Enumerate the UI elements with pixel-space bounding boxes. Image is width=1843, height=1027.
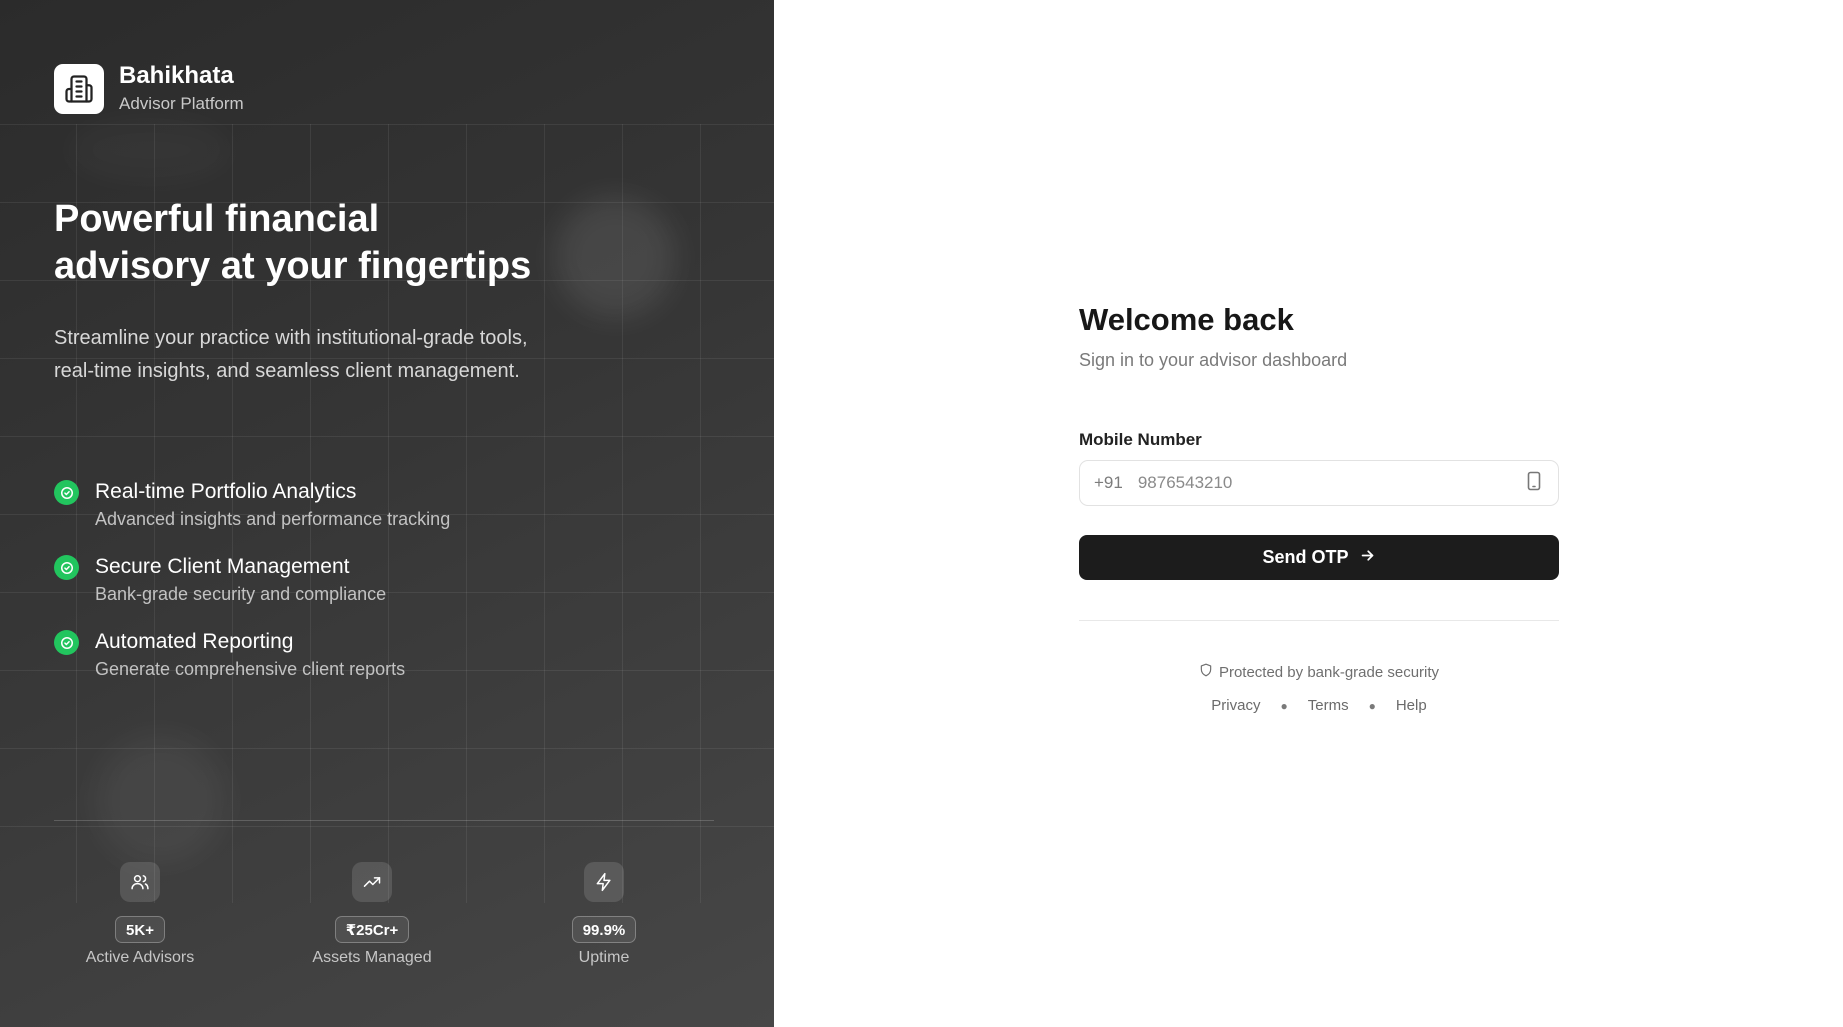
stat-item: 5K+ Active Advisors (60, 862, 220, 967)
feature-title: Real-time Portfolio Analytics (95, 480, 357, 503)
feature-item: Automated Reporting Generate comprehensi… (54, 628, 450, 703)
stats-divider (54, 820, 714, 821)
form-divider (1079, 620, 1559, 621)
terms-link[interactable]: Terms (1308, 697, 1349, 714)
shield-icon (1199, 663, 1213, 681)
stat-label: Uptime (578, 949, 630, 966)
stat-value: 99.9% (571, 916, 637, 943)
check-circle-icon (54, 630, 79, 655)
stat-item: ₹25Cr+ Assets Managed (292, 862, 452, 967)
signin-panel: Welcome back Sign in to your advisor das… (774, 0, 1843, 1027)
arrow-right-icon (1359, 547, 1376, 569)
feature-item: Secure Client Management Bank-grade secu… (54, 553, 450, 628)
stat-value: 5K+ (115, 916, 165, 943)
decorative-glow (70, 120, 230, 180)
privacy-link[interactable]: Privacy (1211, 697, 1260, 714)
building-logo-icon (54, 63, 104, 114)
brand-name: Bahikhata (119, 62, 234, 89)
decorative-glow (95, 735, 225, 865)
lightning-icon (584, 862, 624, 902)
stat-value: ₹25Cr+ (334, 916, 410, 943)
country-code: +91 (1094, 473, 1123, 492)
send-otp-button[interactable]: Send OTP (1079, 535, 1559, 580)
separator-dot: ● (1368, 698, 1376, 713)
hero-headline: Powerful financial advisory at your fing… (54, 196, 654, 290)
feature-list: Real-time Portfolio Analytics Advanced i… (54, 478, 450, 703)
trending-up-icon (352, 862, 392, 902)
feature-item: Real-time Portfolio Analytics Advanced i… (54, 478, 450, 553)
check-circle-icon (54, 555, 79, 580)
stat-label: Active Advisors (85, 949, 195, 966)
send-otp-label: Send OTP (1262, 547, 1349, 567)
help-link[interactable]: Help (1396, 697, 1427, 714)
brand-panel: Bahikhata Advisor Platform Powerful fina… (0, 0, 774, 1027)
feature-title: Automated Reporting (95, 630, 294, 653)
security-note-text: Protected by bank-grade security (1218, 663, 1440, 681)
users-icon (120, 862, 160, 902)
feature-title: Secure Client Management (95, 555, 350, 578)
hero-headline-line-1: Powerful financial (54, 198, 380, 240)
stat-item: 99.9% Uptime (524, 862, 684, 967)
smartphone-icon (1526, 471, 1542, 496)
security-note: Protected by bank-grade security (1079, 663, 1559, 681)
signin-subtitle: Sign in to your advisor dashboard (1079, 350, 1348, 370)
signin-title: Welcome back (1079, 302, 1294, 337)
feature-description: Bank-grade security and compliance (95, 584, 387, 604)
signin-form: Welcome back Sign in to your advisor das… (1079, 300, 1559, 714)
feature-description: Advanced insights and performance tracki… (95, 509, 451, 529)
brand-subtitle: Advisor Platform (119, 94, 244, 113)
separator-dot: ● (1280, 698, 1288, 713)
hero-headline-line-2: advisory at your fingertips (54, 245, 532, 287)
footer-links: Privacy ● Terms ● Help (1079, 697, 1559, 714)
stats-row: 5K+ Active Advisors ₹25Cr+ Assets Managed 99… (54, 862, 714, 972)
stat-label: Assets Managed (312, 949, 432, 966)
mobile-number-input[interactable] (1137, 473, 1526, 493)
feature-description: Generate comprehensive client reports (95, 659, 406, 679)
hero-description: Streamline your practice with institutio… (54, 327, 528, 382)
check-circle-icon (54, 480, 79, 505)
brand-header: Bahikhata Advisor Platform (54, 62, 244, 115)
mobile-number-field: +91 (1079, 460, 1559, 506)
mobile-number-label: Mobile Number (1079, 430, 1202, 449)
